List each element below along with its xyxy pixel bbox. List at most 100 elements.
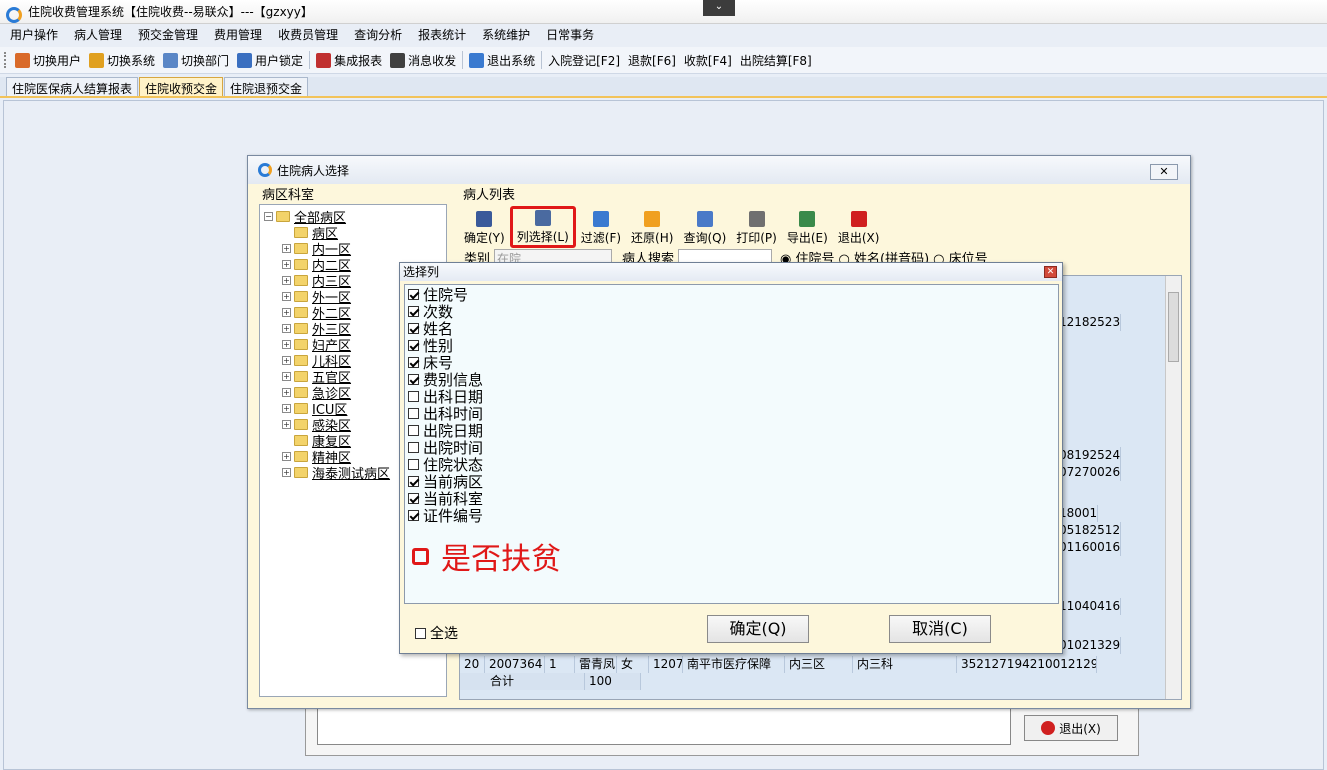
patient-tool-7[interactable]: 退出(X)	[833, 206, 885, 248]
column-option[interactable]: 姓名	[405, 320, 1058, 338]
expand-icon[interactable]: +	[282, 403, 291, 413]
toolbar-button-6[interactable]: 退出系统	[465, 49, 539, 71]
expand-icon[interactable]: +	[282, 323, 291, 333]
column-option[interactable]: 次数	[405, 303, 1058, 321]
column-option[interactable]: 证件编号	[405, 507, 1058, 525]
menu-item-0[interactable]: 用户操作	[2, 24, 66, 47]
patient-tool-2[interactable]: 过滤(F)	[576, 206, 626, 248]
column-option[interactable]: 费别信息	[405, 371, 1058, 389]
column-option[interactable]: 出院日期	[405, 422, 1058, 440]
print-icon	[748, 211, 765, 227]
ward-tree-item[interactable]: 病区	[260, 224, 446, 242]
ward-tree-item[interactable]: + 内一区	[260, 240, 446, 258]
table-row[interactable]: 11040416	[1055, 598, 1165, 615]
folder-icon	[294, 450, 308, 462]
table-row[interactable]: 01021329	[1055, 637, 1165, 654]
memo-field[interactable]	[317, 707, 1011, 745]
table-row[interactable]: 20 2007364 1 雷青凤女 1207 南平市医疗保障 内三区 内三科 352127194…	[460, 656, 1097, 673]
menu-item-8[interactable]: 日常事务	[538, 24, 602, 47]
toolbar-button-4[interactable]: 集成报表	[312, 49, 386, 71]
column-option[interactable]: 出科时间	[405, 405, 1058, 423]
expand-icon[interactable]: +	[282, 467, 291, 477]
patient-tool-0[interactable]: 确定(Y)	[459, 206, 510, 248]
toolbar-button-7[interactable]: 入院登记[F2]	[544, 49, 624, 71]
expand-icon[interactable]: +	[282, 451, 291, 461]
table-row[interactable]: 01160016	[1055, 539, 1165, 556]
column-dialog-title: 选择列	[400, 263, 1062, 281]
select-all-label: 全选	[430, 626, 458, 642]
expand-icon[interactable]: +	[282, 275, 291, 285]
expand-icon[interactable]: +	[282, 339, 291, 349]
toolbar-button-3[interactable]: 用户锁定	[233, 49, 307, 71]
table-row[interactable]: 18001	[1055, 505, 1165, 522]
column-option[interactable]: 床号	[405, 354, 1058, 372]
patient-tool-label: 还原(H)	[631, 231, 674, 245]
checkbox-icon	[408, 476, 419, 487]
total-label: 合计	[460, 673, 585, 690]
toolbar-button-10[interactable]: 出院结算[F8]	[736, 49, 816, 71]
cell-fee_type: 南平市医疗保障	[683, 656, 785, 673]
exit-button[interactable]: 退出(X)	[1024, 715, 1118, 741]
menu-item-3[interactable]: 费用管理	[206, 24, 270, 47]
folder-icon	[294, 306, 308, 318]
grid-scrollbar[interactable]	[1165, 276, 1181, 699]
toolbar-grip[interactable]	[4, 52, 7, 68]
menu-item-4[interactable]: 收费员管理	[270, 24, 346, 47]
patient-tool-5[interactable]: 打印(P)	[731, 206, 782, 248]
expand-icon[interactable]: +	[282, 355, 291, 365]
checkbox-icon	[408, 323, 419, 334]
query-icon	[696, 211, 713, 227]
expand-icon[interactable]: +	[282, 419, 291, 429]
toolbar-button-2[interactable]: 切换部门	[159, 49, 233, 71]
expand-icon[interactable]: +	[282, 291, 291, 301]
expand-icon[interactable]: +	[282, 307, 291, 317]
close-icon[interactable]: ✕	[1044, 266, 1057, 278]
document-tabs: 住院医保病人结算报表 住院收预交金 住院退预交金	[0, 77, 1327, 98]
tab-0[interactable]: 住院医保病人结算报表	[6, 77, 139, 96]
menu-item-6[interactable]: 报表统计	[410, 24, 474, 47]
column-option[interactable]: 出科日期	[405, 388, 1058, 406]
collapse-ribbon-button[interactable]: ⌄	[703, 0, 735, 16]
expand-icon[interactable]: +	[282, 259, 291, 269]
expand-icon[interactable]: +	[282, 371, 291, 381]
menu-item-7[interactable]: 系统维护	[474, 24, 538, 47]
close-icon[interactable]: ✕	[1150, 164, 1178, 180]
ward-tree-item[interactable]: − 全部病区	[260, 208, 446, 226]
table-row[interactable]: 12182523	[1055, 314, 1165, 331]
cancel-button[interactable]: 取消(C)	[889, 615, 991, 643]
patient-tool-6[interactable]: 导出(E)	[782, 206, 833, 248]
column-option[interactable]: 性别	[405, 337, 1058, 355]
patient-tool-1[interactable]: 列选择(L)	[509, 206, 576, 248]
expand-icon[interactable]: +	[282, 243, 291, 253]
id-number-cell: 08192524	[1055, 447, 1122, 464]
poverty-label: 是否扶贫	[441, 542, 561, 577]
checkbox-icon	[408, 493, 419, 504]
expand-icon[interactable]: +	[282, 387, 291, 397]
toolbar-button-9[interactable]: 收款[F4]	[680, 49, 736, 71]
table-row[interactable]: 08192524	[1055, 447, 1165, 464]
poverty-checkbox[interactable]	[412, 547, 429, 565]
menu-item-5[interactable]: 查询分析	[346, 24, 410, 47]
table-row[interactable]: 07270026	[1055, 464, 1165, 481]
column-option[interactable]: 出院时间	[405, 439, 1058, 457]
column-option[interactable]: 当前科室	[405, 490, 1058, 508]
toolbar-button-5[interactable]: 消息收发	[386, 49, 460, 71]
toolbar-button-0[interactable]: 切换用户	[11, 49, 85, 71]
column-option[interactable]: 当前病区	[405, 473, 1058, 491]
toolbar-button-8[interactable]: 退款[F6]	[624, 49, 680, 71]
select-all-checkbox[interactable]: 全选	[415, 623, 458, 643]
tab-2[interactable]: 住院退预交金	[224, 77, 309, 96]
menu-item-2[interactable]: 预交金管理	[130, 24, 206, 47]
scrollbar-thumb[interactable]	[1168, 292, 1179, 362]
column-option[interactable]: 住院号	[405, 286, 1058, 304]
collapse-icon[interactable]: −	[264, 211, 273, 221]
column-option[interactable]: 住院状态	[405, 456, 1058, 474]
patient-tool-3[interactable]: 还原(H)	[626, 206, 678, 248]
ok-button[interactable]: 确定(Q)	[707, 615, 809, 643]
patient-tool-4[interactable]: 查询(Q)	[678, 206, 731, 248]
menu-item-1[interactable]: 病人管理	[66, 24, 130, 47]
table-row[interactable]: 05182512	[1055, 522, 1165, 539]
patient-tool-label: 列选择(L)	[516, 230, 569, 244]
tab-1[interactable]: 住院收预交金	[139, 77, 224, 96]
toolbar-button-1[interactable]: 切换系统	[85, 49, 159, 71]
